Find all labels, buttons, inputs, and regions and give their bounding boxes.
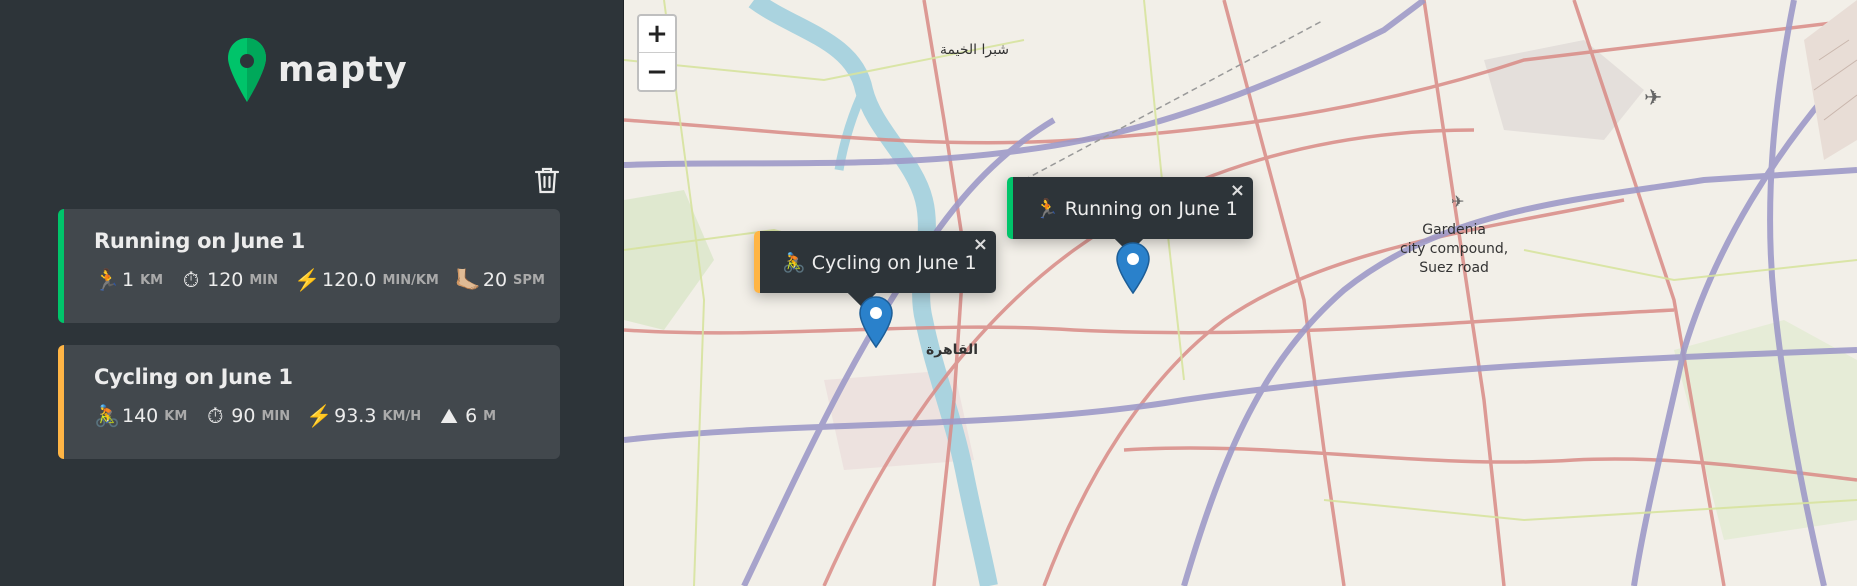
workout-speed: ⚡️ 93.3 km/h — [306, 403, 422, 428]
map-label-shubra: شبرا الخيمة — [940, 42, 1010, 58]
trash-icon — [534, 167, 560, 194]
zoom-control: + − — [637, 14, 677, 92]
workout-duration: ⏱ 120 min — [179, 269, 278, 291]
workout-cadence: 🦶🏼 20 spm — [454, 267, 545, 292]
map-marker-icon — [859, 296, 893, 349]
map-marker-running[interactable] — [1116, 242, 1150, 295]
workout-card-cycling[interactable]: Cycling on June 1 🚴 140 km ⏱ 90 min ⚡️ 9… — [58, 345, 560, 459]
map-label-cairo: القاهرة — [926, 342, 979, 358]
runner-icon: 🏃 — [1035, 197, 1059, 220]
workout-duration: ⏱ 90 min — [203, 405, 290, 427]
delete-all-button[interactable] — [534, 166, 560, 194]
lightning-icon: ⚡️ — [294, 267, 321, 292]
popup-close-button[interactable]: × — [973, 234, 988, 255]
zoom-in-button[interactable]: + — [639, 16, 675, 53]
map-marker-cycling[interactable] — [859, 296, 893, 349]
logo-text: mapty — [278, 50, 408, 90]
logo: mapty — [228, 38, 408, 102]
cyclist-icon: 🚴 — [94, 403, 121, 428]
workout-distance: 🏃 1 km — [94, 267, 164, 292]
stopwatch-icon: ⏱ — [207, 403, 224, 428]
stopwatch-icon: ⏱ — [182, 267, 200, 292]
map-label-gardenia: Gardenia city compound, Suez road — [1400, 222, 1509, 276]
zoom-out-button[interactable]: − — [639, 53, 675, 90]
workout-card-running[interactable]: Running on June 1 🏃 1 km ⏱ 120 min ⚡️ 12… — [58, 209, 560, 323]
foot-icon: 🦶🏼 — [454, 267, 482, 292]
mountain-icon: ⛰ — [440, 403, 458, 428]
popup-running-label: 🏃 Running on June 1 — [1035, 197, 1238, 220]
cyclist-icon: 🚴 — [782, 251, 806, 274]
map-tiles — [624, 0, 1857, 586]
sidebar: mapty Running on June 1 🏃 1 km ⏱ 120 min — [0, 0, 624, 586]
airport-icon: ✈ — [1451, 192, 1465, 211]
workout-title: Cycling on June 1 — [94, 365, 293, 389]
workout-distance: 🚴 140 km — [94, 403, 188, 428]
popup-cycling[interactable]: 🚴 Cycling on June 1 × — [754, 231, 996, 308]
workout-elevation: ⛰ 6 m — [437, 405, 496, 427]
popup-close-button[interactable]: × — [1230, 180, 1245, 201]
map-pin-logo-icon — [228, 38, 266, 102]
workout-title: Running on June 1 — [94, 229, 305, 253]
workout-pace: ⚡️ 120.0 min/km — [294, 267, 439, 292]
runner-icon: 🏃 — [94, 267, 121, 292]
lightning-icon: ⚡️ — [306, 403, 333, 428]
airport-icon: ✈ — [1644, 86, 1663, 111]
map[interactable]: شبرا الخيمة القاهرة Gardenia city compou… — [624, 0, 1857, 586]
popup-running[interactable]: 🏃 Running on June 1 × — [1007, 177, 1253, 254]
map-marker-icon — [1116, 242, 1150, 295]
popup-cycling-label: 🚴 Cycling on June 1 — [782, 251, 977, 274]
